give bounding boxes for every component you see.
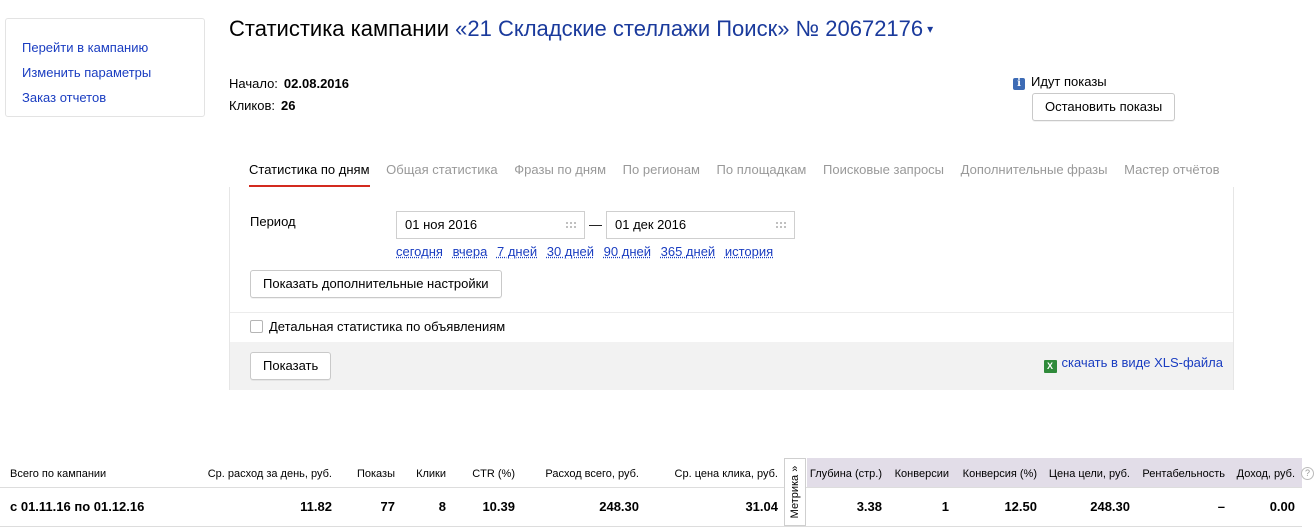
start-value: 02.08.2016 bbox=[283, 76, 349, 91]
clicks-info: Кликов: 26 bbox=[229, 98, 295, 113]
campaign-status: i Идут показы bbox=[1013, 74, 1107, 90]
quick-range-30-days[interactable]: 30 дней bbox=[547, 244, 594, 259]
cell-ctr: 10.39 bbox=[482, 499, 515, 514]
sidebar-link-edit-params[interactable]: Изменить параметры bbox=[22, 60, 204, 85]
clicks-label: Кликов: bbox=[229, 98, 276, 113]
cell-clicks: 8 bbox=[438, 499, 446, 514]
tab-daily-stats[interactable]: Статистика по дням bbox=[249, 162, 370, 187]
quick-range-history[interactable]: история bbox=[725, 244, 773, 259]
campaign-name[interactable]: «21 Складские стеллажи Поиск» № 20672176 bbox=[455, 16, 923, 41]
excel-icon: X bbox=[1043, 360, 1057, 373]
cell-goal-price: 248.30 bbox=[1090, 499, 1130, 514]
cell-total-spend: 248.30 bbox=[599, 499, 639, 514]
quick-range-yesterday[interactable]: вчера bbox=[453, 244, 488, 259]
row-divider bbox=[0, 526, 1302, 527]
status-text: Идут показы bbox=[1031, 74, 1107, 89]
help-icon[interactable]: ? bbox=[1301, 467, 1314, 480]
tab-general-stats[interactable]: Общая статистика bbox=[386, 162, 498, 185]
quick-range-90-days[interactable]: 90 дней bbox=[604, 244, 651, 259]
quick-range-today[interactable]: сегодня bbox=[396, 244, 443, 259]
header-ctr: CTR (%) bbox=[472, 468, 515, 480]
metrika-toggle[interactable]: Метрика » bbox=[784, 458, 806, 526]
sidebar-link-report-orders[interactable]: Заказ отчетов bbox=[22, 85, 204, 110]
tab-additional-phrases[interactable]: Дополнительные фразы bbox=[961, 162, 1108, 185]
header-conversions: Конверсии bbox=[894, 468, 949, 480]
tab-by-regions[interactable]: По регионам bbox=[623, 162, 700, 185]
tab-report-wizard[interactable]: Мастер отчётов bbox=[1124, 162, 1219, 185]
more-settings-button[interactable]: Показать дополнительные настройки bbox=[250, 270, 502, 298]
metrika-toggle-label: Метрика » bbox=[789, 465, 801, 519]
sidebar-link-go-to-campaign[interactable]: Перейти в кампанию bbox=[22, 35, 204, 60]
header-income: Доход, руб. bbox=[1236, 468, 1295, 480]
info-icon: i bbox=[1013, 78, 1025, 90]
report-tabs: Статистика по дням Общая статистика Фраз… bbox=[249, 162, 1233, 187]
cell-impressions: 77 bbox=[380, 499, 395, 514]
header-avg-daily: Ср. расход за день, руб. bbox=[207, 468, 332, 480]
header-total: Всего по кампании bbox=[10, 468, 107, 480]
header-conv-rate: Конверсия (%) bbox=[962, 468, 1037, 480]
date-from-input[interactable]: 01 ноя 2016 bbox=[396, 211, 585, 239]
date-range-dash: — bbox=[589, 217, 602, 232]
period-label: Период bbox=[250, 214, 296, 229]
header-avg-cpc: Ср. цена клика, руб. bbox=[674, 468, 778, 480]
cell-profitability: – bbox=[1217, 499, 1225, 514]
tab-by-platforms[interactable]: По площадкам bbox=[717, 162, 807, 185]
header-clicks: Клики bbox=[416, 468, 446, 480]
quick-range-7-days[interactable]: 7 дней bbox=[497, 244, 537, 259]
quick-range-links: сегодня вчера 7 дней 30 дней 90 дней 365… bbox=[396, 244, 779, 259]
header-total-spend: Расход всего, руб. bbox=[545, 468, 639, 480]
cell-depth: 3.38 bbox=[856, 499, 882, 514]
detail-stats-option[interactable]: Детальная статистика по объявлениям bbox=[250, 319, 505, 334]
start-label: Начало: bbox=[229, 76, 278, 91]
header-depth: Глубина (стр.) bbox=[809, 468, 882, 480]
filter-panel: Период 01 ноя 2016 — 01 дек 2016 сегодня… bbox=[229, 187, 1234, 390]
page-title: Статистика кампании «21 Складские стелла… bbox=[229, 16, 933, 42]
detail-stats-label: Детальная статистика по объявлениям bbox=[269, 319, 506, 334]
page-title-prefix: Статистика кампании bbox=[229, 16, 449, 41]
detail-stats-checkbox[interactable] bbox=[250, 320, 263, 333]
xls-download-label[interactable]: скачать в виде XLS-файла bbox=[1062, 355, 1224, 370]
panel-divider bbox=[230, 312, 1233, 313]
tab-search-queries[interactable]: Поисковые запросы bbox=[823, 162, 944, 185]
date-to-value: 01 дек 2016 bbox=[615, 217, 687, 232]
show-button[interactable]: Показать bbox=[250, 352, 332, 380]
cell-conv-rate: 12.50 bbox=[1004, 499, 1037, 514]
stats-table: Всего по кампании Ср. расход за день, ру… bbox=[0, 458, 1314, 531]
cell-conversions: 1 bbox=[941, 499, 949, 514]
cell-avg-cpc: 31.04 bbox=[745, 499, 778, 514]
cell-period: с 01.11.16 по 01.12.16 bbox=[10, 499, 145, 514]
header-divider bbox=[0, 487, 1302, 488]
date-to-input[interactable]: 01 дек 2016 bbox=[606, 211, 795, 239]
quick-range-365-days[interactable]: 365 дней bbox=[661, 244, 716, 259]
cell-avg-daily: 11.82 bbox=[300, 499, 332, 514]
header-goal-price: Цена цели, руб. bbox=[1048, 468, 1130, 480]
chevron-down-icon[interactable]: ▾ bbox=[927, 22, 933, 36]
date-from-value: 01 ноя 2016 bbox=[405, 217, 478, 232]
stop-impressions-button[interactable]: Остановить показы bbox=[1032, 93, 1176, 121]
xls-download-link[interactable]: Xскачать в виде XLS-файла bbox=[1043, 355, 1224, 373]
calendar-icon[interactable] bbox=[565, 221, 577, 230]
header-impressions: Показы bbox=[356, 468, 395, 480]
header-profitability: Рентабельность bbox=[1142, 468, 1225, 480]
panel-footer: Показать Xскачать в виде XLS-файла bbox=[230, 342, 1233, 390]
cell-income: 0.00 bbox=[1269, 499, 1295, 514]
tab-phrases-by-day[interactable]: Фразы по дням bbox=[514, 162, 606, 185]
clicks-value: 26 bbox=[281, 98, 296, 113]
start-date-info: Начало: 02.08.2016 bbox=[229, 76, 349, 91]
sidebar-menu: Перейти в кампанию Изменить параметры За… bbox=[5, 18, 205, 117]
calendar-icon[interactable] bbox=[775, 221, 787, 230]
